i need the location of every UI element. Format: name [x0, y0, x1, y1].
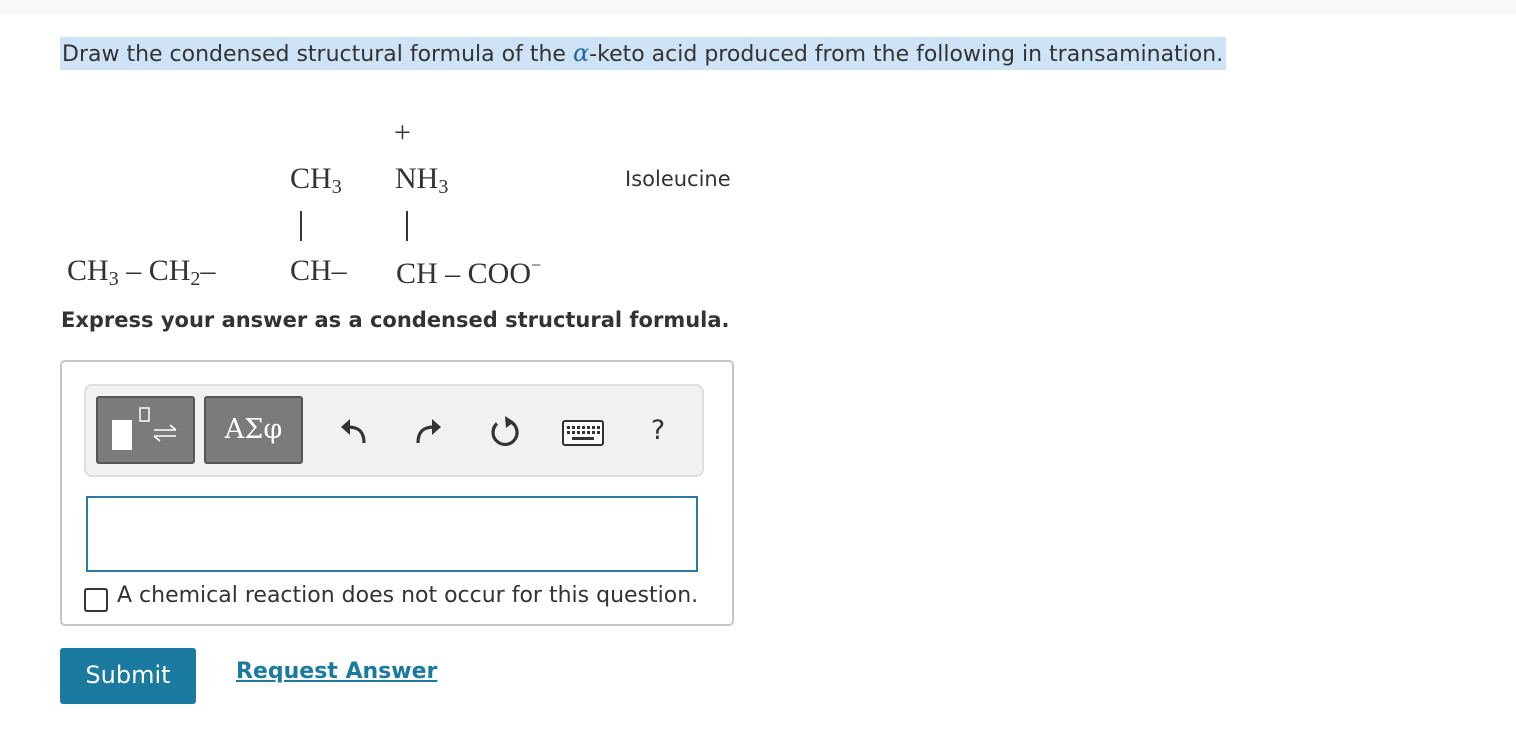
request-answer-link[interactable]: Request Answer	[236, 659, 437, 684]
help-button[interactable]: ?	[645, 411, 671, 451]
chain-carboxylate: CH – COO−	[396, 255, 542, 290]
top-bar	[0, 0, 1516, 15]
amino-branch: NH3	[395, 162, 449, 198]
no-reaction-label[interactable]: A chemical reaction does not occur for t…	[117, 583, 698, 608]
redo-icon[interactable]	[412, 417, 444, 447]
greek-symbols-button[interactable]: ΑΣφ	[204, 396, 303, 464]
question-text: Draw the condensed structural formula of…	[60, 37, 1227, 70]
bond-methyl	[300, 211, 302, 241]
undo-icon[interactable]	[338, 417, 370, 447]
submit-button[interactable]: Submit	[60, 648, 196, 704]
keyboard-icon[interactable]	[562, 420, 604, 446]
question-prefix: Draw the condensed structural formula of…	[62, 42, 573, 67]
templates-icon	[112, 407, 177, 450]
chain-ch: CH–	[290, 254, 347, 287]
alpha-symbol: α	[572, 39, 590, 67]
templates-button[interactable]	[96, 396, 195, 464]
chain-start: CH3 – CH2–	[67, 254, 216, 290]
answer-input[interactable]	[86, 496, 698, 572]
instruction-text: Express your answer as a condensed struc…	[61, 308, 730, 332]
bond-amino	[406, 211, 408, 241]
question-suffix: -keto acid produced from the following i…	[589, 42, 1224, 67]
amino-acid-name: Isoleucine	[625, 167, 731, 191]
methyl-branch: CH3	[290, 162, 342, 198]
reset-icon[interactable]	[488, 415, 522, 449]
plus-charge: +	[394, 116, 411, 149]
no-reaction-checkbox[interactable]	[84, 588, 108, 612]
